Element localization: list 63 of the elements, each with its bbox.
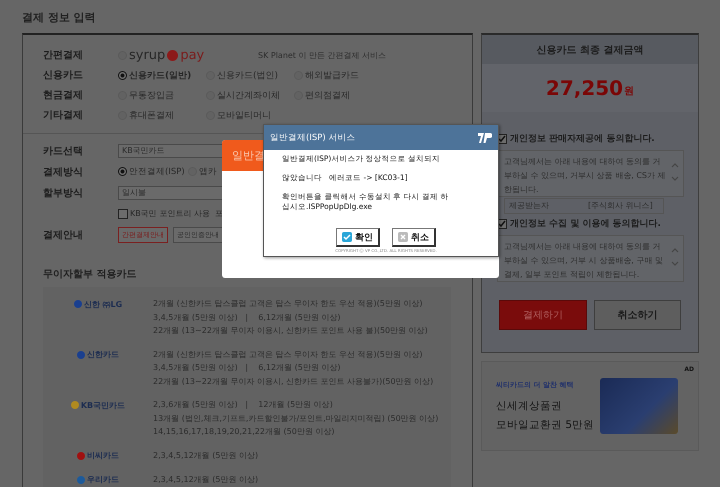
brand-logo-text: pay <box>180 48 204 62</box>
radio-button[interactable] <box>118 167 127 176</box>
radio-label: 무통장입금 <box>129 90 174 102</box>
checkbox-label: 개인정보 판매자제공에 동의합니다. <box>510 133 655 145</box>
row-label: 신용카드 <box>43 69 84 82</box>
row-label: 결제방식 <box>43 166 84 178</box>
installment-terms: 3,4,5개월 (5만원 이상) | 6,12개월 (5만원 이상) <box>153 312 342 324</box>
section-title: 결제 정보 입력 <box>22 10 97 26</box>
cancel-button[interactable]: 취소하기 <box>594 300 681 330</box>
card-logo: KB국민카드 <box>43 398 153 412</box>
installment-terms: 22개월 (13~22개월 무이자 이용시, 신한카드 포인트 사용불가)(50만원 이상) <box>153 376 434 388</box>
installment-terms: 2,3,4,5,12개월 (5만원 이상) <box>153 450 258 462</box>
scroll-arrows-icon <box>671 161 679 183</box>
installment-terms: 2개월 (신한카드 탑스클럽 고객은 탑스 무이자 한도 우선 적용)(5만원 이상) <box>153 298 424 310</box>
close-icon <box>398 232 408 242</box>
ad-headline: 신세계상품권 <box>496 400 562 412</box>
installment-terms: 22개월 (13~22개월 무이자 이용시, 신한카드 포인트 사용 불)(50만원 이상) <box>153 325 428 337</box>
card-logo: 신한 ㈜LG <box>43 297 153 311</box>
brand-logo-text: syrup <box>129 48 166 62</box>
subsection-title: 무이자할부 적용카드 <box>43 268 138 281</box>
radio-label: 실시간계좌이체 <box>217 90 280 102</box>
installment-terms: 14,15,16,17,18,19,20,21,22개월 (50만원 이상) <box>153 426 336 438</box>
terms-text: 고객님께서는 아래 내용에 대하여 동의를 거부하실 수 있으며, 거부 시 상품배송, 구매 및 결제, 일부 포인트 적립이 제한됩니다. <box>504 241 664 281</box>
total-amount: 27,250 원 <box>482 64 698 112</box>
installment-terms: 2,3,6개월 (5만원 이상) | 12개월 (5만원 이상) <box>153 399 334 411</box>
pay-button[interactable]: 결제하기 <box>499 300 586 330</box>
card-logo: 비씨카드 <box>43 448 153 462</box>
checkbox-label: 개인정보 수집 및 이용에 동의합니다. <box>510 218 661 230</box>
panel-title: 신용카드 최종 결제금액 <box>482 35 698 64</box>
cancel-button[interactable]: 취소 <box>392 228 436 247</box>
radio-label: 해외발급카드 <box>305 70 359 82</box>
radio-label: 안전결제(ISP) <box>129 166 185 178</box>
card-logo: 신한카드 <box>43 348 153 362</box>
radio-button[interactable] <box>118 70 127 80</box>
row-label: 기타결제 <box>43 109 84 122</box>
radio-label: 편의점결제 <box>305 90 350 102</box>
row-label: 결제안내 <box>43 228 84 242</box>
service-description: SK Planet 이 만든 간편결제 서비스 <box>258 50 386 60</box>
card-logo: 우리카드 <box>43 472 153 486</box>
check-icon <box>342 232 352 242</box>
terms-text: 고객님께서는 아래 내용에 대하여 동의를 거부하실 수 있으며, 거부시 상품 배송, CS가 제한됩니다. <box>504 156 667 196</box>
ad-headline: 모바일교환권 5만원 <box>496 419 594 431</box>
checkbox-label: KB국민 포인트리 사용 포 <box>130 208 223 219</box>
row-label: 카드선택 <box>43 144 84 158</box>
installment-terms: 2,3,4,5,12개월 (5만원 이상) <box>153 474 258 486</box>
radio-label: 신용카드(법인) <box>217 70 278 82</box>
circle-icon <box>167 50 178 60</box>
row-label: 할부방식 <box>43 186 84 200</box>
terms-table: 제공받는자 [주식회사 위니스] <box>504 198 664 214</box>
installment-terms: 2개월 (신한카드 탑스클럽 고객은 탑스 무이자 한도 우선 적용)(5만원 이상) <box>153 348 424 360</box>
row-label: 현금결제 <box>43 89 84 102</box>
checkbox[interactable] <box>118 208 128 218</box>
installment-terms: 3,4,5개월 (5만원 이상) | 6,12개월 (5만원 이상) <box>153 362 342 374</box>
radio-label: 앱카 <box>199 166 217 178</box>
radio-label: 모바일티머니 <box>217 110 271 122</box>
ok-button[interactable]: 확인 <box>336 228 380 247</box>
radio-label: 신용카드(일반) <box>129 70 192 82</box>
installment-terms: 13개월 (법인,체크,기프트,카드할인불가/포인트,마일리지미적립) (50만원 이상) <box>153 412 438 424</box>
dialog-title: 일반결제(ISP) 서비스 <box>270 132 356 144</box>
row-label: 간편결제 <box>43 49 84 62</box>
logo-icon <box>478 132 492 144</box>
scroll-arrows-icon <box>671 246 679 268</box>
radio-label: 휴대폰결제 <box>129 110 174 122</box>
